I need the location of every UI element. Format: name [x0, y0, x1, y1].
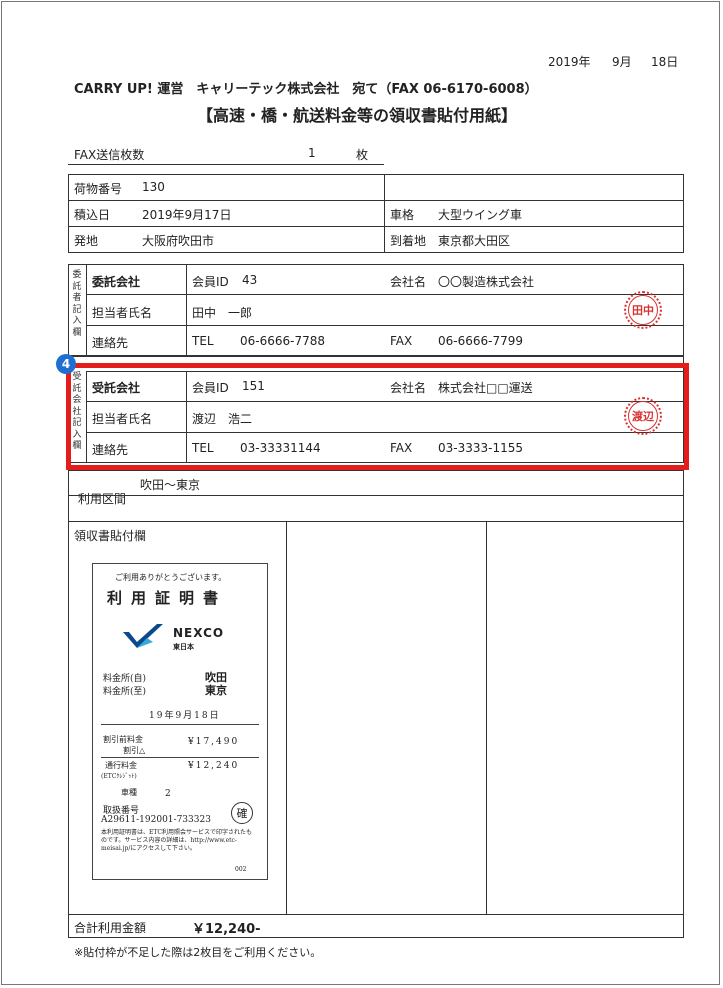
fax-count-label: FAX送信枚数	[74, 148, 145, 162]
consignor-company-label: 会社名	[390, 275, 427, 289]
destination-value: 東京都大田区	[438, 234, 511, 248]
consignor-company-value: 〇〇製造株式会社	[438, 275, 535, 289]
receipt-brand-sub: 東日本	[173, 642, 194, 651]
footnote: ※貼付枠が不足した際は2枚目をご利用ください。	[74, 946, 322, 959]
receipt-image: ご利用ありがとうございます。 利用証明書 NEXCO 東日本 料金所(自) 吹田…	[92, 563, 268, 880]
addressee: CARRY UP! 運営 キャリーテック株式会社 宛て（FAX 06-6170-…	[74, 82, 538, 97]
receipt-heading: 利用証明書	[107, 589, 228, 607]
nexco-logo-icon	[123, 624, 163, 648]
receipt-handling-value: A29611-192001-733323	[101, 815, 211, 825]
cargo-number-value: 130	[142, 180, 165, 194]
loading-date-label: 積込日	[74, 208, 111, 222]
receipt-pre-discount-label: 割引前料金	[103, 735, 143, 744]
consignor-fax-label: FAX	[390, 334, 413, 348]
consignor-person-label: 担当者氏名	[92, 306, 153, 320]
consignor-tel-label: TEL	[192, 334, 214, 348]
receipt-from-label: 料金所(自)	[103, 674, 147, 684]
receipt-vehicle-type-value: 2	[165, 789, 171, 799]
date-day: 18日	[651, 55, 679, 69]
fax-count-underline	[68, 164, 384, 165]
vehicle-label: 車格	[390, 208, 415, 222]
origin-value: 大阪府吹田市	[142, 234, 215, 248]
route-label: 利用区間	[78, 492, 127, 506]
consignor-member-id-value: 43	[242, 273, 258, 287]
total-label: 合計利用金額	[74, 921, 147, 935]
page-title: 【高速・橋・航送料金等の領収書貼付用紙】	[197, 106, 518, 125]
consignor-contact-label: 連絡先	[92, 336, 129, 350]
consignor-table	[68, 264, 684, 356]
step-badge: 4	[56, 354, 76, 374]
receipt-toll-label: 通行料金	[105, 761, 137, 770]
receipt-pre-discount-value: ¥17,490	[188, 737, 240, 747]
origin-label: 発地	[74, 234, 99, 248]
highlight-box	[66, 363, 689, 470]
fax-count-unit: 枚	[356, 148, 369, 162]
receipt-vehicle-type-label: 車種	[121, 788, 137, 797]
receipt-code: 002	[235, 866, 247, 873]
receipt-brand: NEXCO	[173, 626, 225, 640]
receipt-toll-value: ¥12,240	[188, 761, 240, 771]
receipt-area-label: 領収書貼付欄	[74, 529, 147, 543]
loading-date-value: 2019年9月17日	[142, 208, 232, 222]
destination-label: 到着地	[390, 234, 427, 248]
receipt-discount-label: 割引△	[123, 746, 146, 755]
receipt-to-value: 東京	[205, 684, 227, 697]
consignor-person-value: 田中 一郎	[192, 306, 253, 320]
consignor-section-label: 委託会社	[92, 275, 141, 289]
consignor-member-id-label: 会員ID	[192, 275, 229, 289]
date-month: 9月	[612, 55, 632, 69]
fax-count-value: 1	[308, 146, 316, 160]
consignor-fax-value: 06-6666-7799	[438, 334, 524, 348]
date-year: 2019年	[548, 55, 591, 69]
receipt-note: 本利用証明書は、ETC利用照会サービスで印字されたものです。サービス内容の詳細は…	[101, 829, 252, 852]
receipt-etc-label: (ETCｸﾚｼﾞｯﾄ)	[101, 773, 137, 780]
vehicle-value: 大型ウイング車	[438, 208, 523, 222]
consignor-side-label: 委託者記入欄	[72, 270, 82, 338]
consignor-tel-value: 06-6666-7788	[240, 334, 326, 348]
total-value: ￥12,240-	[192, 922, 261, 937]
consignor-seal-stamp: 田中	[624, 291, 662, 329]
receipt-to-label: 料金所(至)	[103, 687, 147, 697]
receipt-thanks: ご利用ありがとうございます。	[115, 573, 227, 582]
cargo-number-label: 荷物番号	[74, 182, 123, 196]
route-value: 吹田～東京	[140, 478, 201, 492]
receipt-date: 19年9月18日	[149, 711, 221, 721]
receipt-seal: 確	[231, 802, 253, 824]
